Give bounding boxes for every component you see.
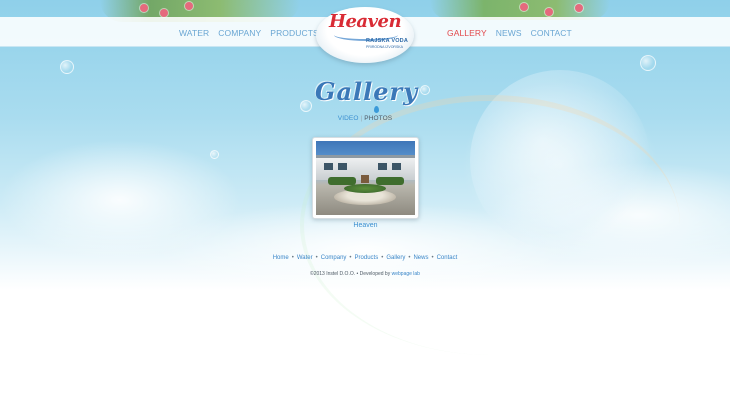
footer-nav: Home • Water • Company • Products • Gallery • News… [0,255,730,261]
logo-tagline: RAJSKA VODA [366,38,409,44]
bubble-decoration [420,85,430,95]
bubble-decoration [60,60,74,74]
blossom-decoration [160,9,168,17]
blossom-decoration [140,4,148,12]
nav-item-water[interactable]: WATER [179,28,209,38]
photo-hedge [328,177,356,185]
blossom-decoration [185,2,193,10]
footer-separator: • [431,255,434,261]
footer-link-products[interactable]: Products [355,255,379,261]
photo-sign [361,175,369,183]
logo-script-text: Heaven [328,11,402,32]
logo-subtagline: PRIRODNA IZVORSKA [366,45,403,49]
footer-separator: • [408,255,411,261]
photo-hedge [376,177,404,185]
footer-separator: • [381,255,384,261]
bubble-decoration [640,55,656,71]
brand-logo[interactable]: Heaven RAJSKA VODA PRIRODNA IZVORSKA [316,7,414,63]
footer-link-company[interactable]: Company [321,255,347,261]
footer-link-contact[interactable]: Contact [437,255,458,261]
blossom-decoration [520,3,528,11]
footer-link-water[interactable]: Water [297,255,313,261]
footer-link-news[interactable]: News [413,255,428,261]
photo-window [392,163,401,170]
nav-item-news[interactable]: NEWS [496,28,522,38]
photo-window [324,163,333,170]
album-caption[interactable]: Heaven [312,222,419,229]
blossom-decoration [545,8,553,16]
copyright-text: ©2013 Instel D.O.O. • Developed by webpa… [0,271,730,277]
album-thumbnail[interactable] [312,137,419,219]
subnav-video-link[interactable]: VIDEO [338,115,359,122]
gallery-subnav: VIDEO | PHOTOS [0,115,730,122]
footer-link-home[interactable]: Home [273,255,289,261]
footer-separator: • [349,255,352,261]
photo-window [338,163,347,170]
bubble-decoration [300,100,312,112]
nav-item-products[interactable]: PRODUCTS [270,28,319,38]
photo-fountain-lawn [344,184,386,193]
blossom-decoration [575,4,583,12]
nav-item-company[interactable]: COMPANY [218,28,261,38]
page-title: Gallery [315,77,419,106]
main-nav-left: WATER COMPANY PRODUCTS [179,28,319,38]
footer-link-gallery[interactable]: Gallery [386,255,405,261]
subnav-photos-link[interactable]: PHOTOS [364,115,392,122]
developer-link[interactable]: webpage lab [392,271,420,277]
subnav-separator: | [360,115,363,122]
album-photo [316,141,415,215]
footer-separator: • [291,255,294,261]
copyright-prefix: ©2013 Instel D.O.O. • Developed by [310,271,391,277]
photo-window [378,163,387,170]
bubble-decoration [210,150,219,159]
water-drop-icon [374,106,379,113]
nav-item-gallery[interactable]: GALLERY [447,28,487,38]
main-nav-right: GALLERY NEWS CONTACT [447,28,572,38]
nav-item-contact[interactable]: CONTACT [531,28,572,38]
footer-separator: • [315,255,318,261]
